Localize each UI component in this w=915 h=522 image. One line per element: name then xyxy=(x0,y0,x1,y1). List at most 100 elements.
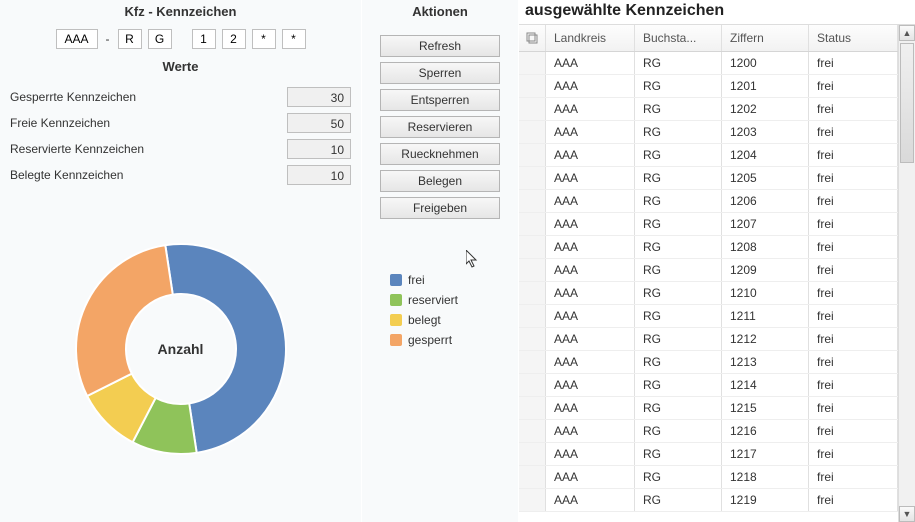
row-selector[interactable] xyxy=(519,282,546,304)
cell-status: frei xyxy=(809,190,898,212)
table-row[interactable]: AAARG1215frei xyxy=(519,397,898,420)
row-selector[interactable] xyxy=(519,489,546,511)
cell-status: frei xyxy=(809,397,898,419)
row-selector[interactable] xyxy=(519,167,546,189)
row-selector[interactable] xyxy=(519,351,546,373)
cell-status: frei xyxy=(809,121,898,143)
row-selector[interactable] xyxy=(519,420,546,442)
belegen-button[interactable]: Belegen xyxy=(380,170,500,192)
table-row[interactable]: AAARG1206frei xyxy=(519,190,898,213)
freigeben-button[interactable]: Freigeben xyxy=(380,197,500,219)
table-row[interactable]: AAARG1219frei xyxy=(519,489,898,512)
row-selector[interactable] xyxy=(519,52,546,74)
d2-input[interactable] xyxy=(222,29,246,49)
cell-landkreis: AAA xyxy=(546,52,635,74)
cell-ziffern: 1219 xyxy=(722,489,809,511)
cell-status: frei xyxy=(809,489,898,511)
table-row[interactable]: AAARG1207frei xyxy=(519,213,898,236)
scroll-up-button[interactable]: ▲ xyxy=(899,25,915,41)
section-title-aktionen: Aktionen xyxy=(362,4,518,19)
row-selector[interactable] xyxy=(519,466,546,488)
row-selector[interactable] xyxy=(519,259,546,281)
table-row[interactable]: AAARG1216frei xyxy=(519,420,898,443)
b2-input[interactable] xyxy=(148,29,172,49)
cell-status: frei xyxy=(809,75,898,97)
werte-label: Freie Kennzeichen xyxy=(10,116,110,130)
werte-row: Gesperrte Kennzeichen30 xyxy=(10,84,351,110)
col-landkreis[interactable]: Landkreis xyxy=(546,25,635,51)
row-selector[interactable] xyxy=(519,75,546,97)
table-row[interactable]: AAARG1201frei xyxy=(519,75,898,98)
b1-input[interactable] xyxy=(118,29,142,49)
cell-ziffern: 1201 xyxy=(722,75,809,97)
d1-input[interactable] xyxy=(192,29,216,49)
cell-buchstaben: RG xyxy=(635,259,722,281)
cell-ziffern: 1208 xyxy=(722,236,809,258)
cell-ziffern: 1203 xyxy=(722,121,809,143)
table-row[interactable]: AAARG1202frei xyxy=(519,98,898,121)
cell-landkreis: AAA xyxy=(546,98,635,120)
d4-input[interactable] xyxy=(282,29,306,49)
row-selector[interactable] xyxy=(519,213,546,235)
scroll-down-button[interactable]: ▼ xyxy=(899,506,915,522)
row-selector[interactable] xyxy=(519,397,546,419)
table-row[interactable]: AAARG1212frei xyxy=(519,328,898,351)
table-row[interactable]: AAARG1203frei xyxy=(519,121,898,144)
row-selector[interactable] xyxy=(519,144,546,166)
cell-buchstaben: RG xyxy=(635,75,722,97)
cell-landkreis: AAA xyxy=(546,259,635,281)
cell-status: frei xyxy=(809,466,898,488)
row-selector[interactable] xyxy=(519,190,546,212)
cell-ziffern: 1210 xyxy=(722,282,809,304)
cell-buchstaben: RG xyxy=(635,236,722,258)
d3-input[interactable] xyxy=(252,29,276,49)
row-selector[interactable] xyxy=(519,305,546,327)
cell-landkreis: AAA xyxy=(546,328,635,350)
cell-buchstaben: RG xyxy=(635,282,722,304)
table-row[interactable]: AAARG1208frei xyxy=(519,236,898,259)
cell-status: frei xyxy=(809,52,898,74)
entsperren-button[interactable]: Entsperren xyxy=(380,89,500,111)
table-row[interactable]: AAARG1213frei xyxy=(519,351,898,374)
table-row[interactable]: AAARG1200frei xyxy=(519,52,898,75)
table-row[interactable]: AAARG1217frei xyxy=(519,443,898,466)
refresh-button[interactable]: Refresh xyxy=(380,35,500,57)
cell-status: frei xyxy=(809,236,898,258)
cell-landkreis: AAA xyxy=(546,397,635,419)
row-selector[interactable] xyxy=(519,236,546,258)
cell-landkreis: AAA xyxy=(546,466,635,488)
legend-swatch xyxy=(390,334,402,346)
table-row[interactable]: AAARG1205frei xyxy=(519,167,898,190)
kennzeichen-input-row: - xyxy=(0,29,361,49)
row-selector[interactable] xyxy=(519,374,546,396)
select-all-icon[interactable] xyxy=(519,25,546,51)
table-row[interactable]: AAARG1209frei xyxy=(519,259,898,282)
col-ziffern[interactable]: Ziffern xyxy=(722,25,809,51)
row-selector[interactable] xyxy=(519,121,546,143)
cell-landkreis: AAA xyxy=(546,305,635,327)
cell-status: frei xyxy=(809,328,898,350)
werte-row: Reservierte Kennzeichen10 xyxy=(10,136,351,162)
table-scrollbar[interactable]: ▲ ▼ xyxy=(898,25,915,522)
reservieren-button[interactable]: Reservieren xyxy=(380,116,500,138)
table-row[interactable]: AAARG1211frei xyxy=(519,305,898,328)
werte-row: Freie Kennzeichen50 xyxy=(10,110,351,136)
row-selector[interactable] xyxy=(519,328,546,350)
sperren-button[interactable]: Sperren xyxy=(380,62,500,84)
landkreis-input[interactable] xyxy=(56,29,98,49)
cell-landkreis: AAA xyxy=(546,420,635,442)
table-row[interactable]: AAARG1214frei xyxy=(519,374,898,397)
table-row[interactable]: AAARG1210frei xyxy=(519,282,898,305)
col-status[interactable]: Status xyxy=(809,25,898,51)
cell-status: frei xyxy=(809,144,898,166)
col-buchstaben[interactable]: Buchsta... xyxy=(635,25,722,51)
cell-landkreis: AAA xyxy=(546,351,635,373)
row-selector[interactable] xyxy=(519,98,546,120)
cell-ziffern: 1211 xyxy=(722,305,809,327)
table-row[interactable]: AAARG1218frei xyxy=(519,466,898,489)
scroll-thumb[interactable] xyxy=(900,43,914,163)
ruecknehmen-button[interactable]: Ruecknehmen xyxy=(380,143,500,165)
row-selector[interactable] xyxy=(519,443,546,465)
donut-slice-gesperrt xyxy=(76,245,173,396)
table-row[interactable]: AAARG1204frei xyxy=(519,144,898,167)
